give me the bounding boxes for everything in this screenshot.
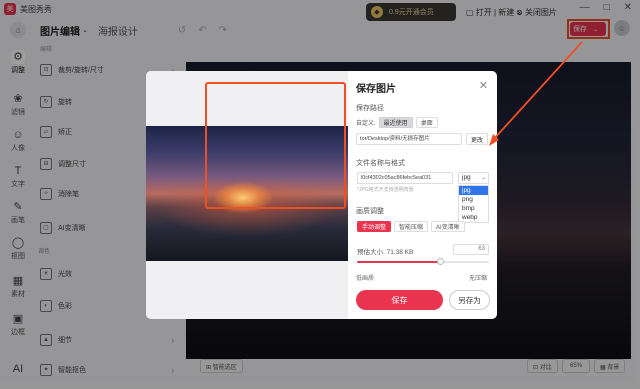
quality-label: 画质调整 [356,208,384,215]
quality-options: 手动调整 智能压缩 AI变清晰 [357,221,465,232]
save-path-label: 保存路径 [356,105,384,112]
quality-slider-knob[interactable] [437,258,445,265]
quality-value-field[interactable]: 63 [453,244,489,255]
chevron-down-icon: ⌄ [480,175,486,181]
format-highlight-box [205,82,346,209]
change-path-button[interactable]: 更改 [466,133,488,145]
path-recent-option[interactable]: 最近使用 [378,117,413,128]
quality-manual-option[interactable]: 手动调整 [357,221,392,232]
estimated-size: 预估大小: 71.38 KB [357,249,414,256]
format-selected-value: jpg [462,174,471,181]
quality-ai-option[interactable]: AI变清晰 [431,221,465,232]
format-option-jpg[interactable]: jpg [459,186,488,195]
dialog-title: 保存图片 [356,84,396,95]
close-icon[interactable]: ✕ [479,79,488,92]
format-option-bmp[interactable]: bmp [459,204,488,213]
low-quality-label: 低画质 [356,276,375,282]
path-desktop-option[interactable]: 桌面 [415,117,438,128]
quality-slider-fill [357,261,441,263]
format-dropdown-menu: jpg png bmp webp [458,185,489,223]
filename-field[interactable]: l0cf4302c05ac86febc5ea031 [357,172,453,184]
save-button[interactable]: 保存 [356,290,443,310]
path-options: 自定义: 最近使用 桌面 [356,117,438,128]
format-hint: *JPG格式不支持透明背景 [357,187,414,193]
format-select[interactable]: jpg ⌄ [458,172,489,184]
save-as-button[interactable]: 另存为 [449,290,490,310]
save-options: 保存图片 ✕ 保存路径 自定义: 最近使用 桌面 tor/Desktop/资料/… [348,71,497,319]
path-field[interactable]: tor/Desktop/资料/无损存图片 [356,133,462,145]
format-option-png[interactable]: png [459,195,488,204]
quality-slider[interactable] [357,258,489,265]
custom-path-label: 自定义: [356,121,376,127]
quality-smart-option[interactable]: 智能压缩 [394,221,429,232]
name-format-label: 文件名称与格式 [356,160,405,167]
lossless-label: 无压缩 [468,276,487,282]
